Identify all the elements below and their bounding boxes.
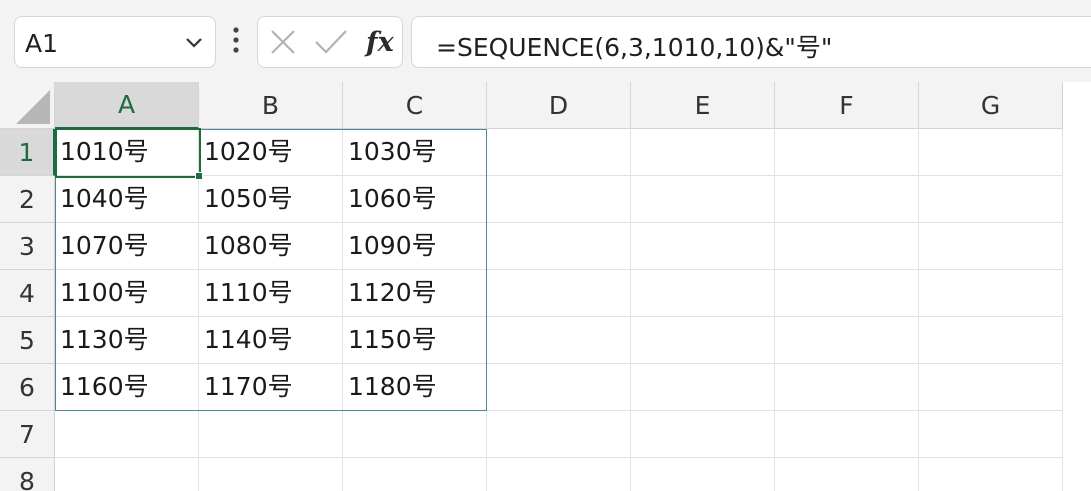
cell-c4[interactable]: 1120号 xyxy=(343,270,487,317)
row-header-3[interactable]: 3 xyxy=(0,223,55,270)
cell-e5[interactable] xyxy=(631,317,775,364)
cell-d3[interactable] xyxy=(487,223,631,270)
row-header-5[interactable]: 5 xyxy=(0,317,55,364)
row-header-4[interactable]: 4 xyxy=(0,270,55,317)
name-box[interactable]: A1 xyxy=(14,16,216,68)
column-header-f[interactable]: F xyxy=(775,82,919,129)
cell-d7[interactable] xyxy=(487,411,631,458)
row-header-1[interactable]: 1 xyxy=(0,129,55,176)
formula-buttons: fx xyxy=(257,16,403,68)
column-header-a[interactable]: A xyxy=(55,82,199,129)
column-header-c[interactable]: C xyxy=(343,82,487,129)
cell-c3[interactable]: 1090号 xyxy=(343,223,487,270)
cell-f3[interactable] xyxy=(775,223,919,270)
cell-e8[interactable] xyxy=(631,458,775,491)
cell-e4[interactable] xyxy=(631,270,775,317)
formula-text: =SEQUENCE(6,3,1010,10)&"号" xyxy=(436,33,833,62)
row-header-6[interactable]: 6 xyxy=(0,364,55,411)
cell-g4[interactable] xyxy=(919,270,1063,317)
cell-b4[interactable]: 1110号 xyxy=(199,270,343,317)
cell-b3[interactable]: 1080号 xyxy=(199,223,343,270)
column-header-g[interactable]: G xyxy=(919,82,1063,129)
cell-g2[interactable] xyxy=(919,176,1063,223)
cell-c1[interactable]: 1030号 xyxy=(343,129,487,176)
cell-g8[interactable] xyxy=(919,458,1063,491)
cell-c7[interactable] xyxy=(343,411,487,458)
cell-f2[interactable] xyxy=(775,176,919,223)
row-header-8[interactable]: 8 xyxy=(0,458,55,491)
cell-e6[interactable] xyxy=(631,364,775,411)
cell-b7[interactable] xyxy=(199,411,343,458)
select-all-button[interactable] xyxy=(0,82,55,129)
formula-bar: A1 fx =SEQUENCE(6,3,1010,10)&"号" xyxy=(0,0,1091,82)
cancel-icon[interactable] xyxy=(270,29,296,55)
cell-f5[interactable] xyxy=(775,317,919,364)
cell-e7[interactable] xyxy=(631,411,775,458)
cell-g5[interactable] xyxy=(919,317,1063,364)
cell-e3[interactable] xyxy=(631,223,775,270)
cell-b8[interactable] xyxy=(199,458,343,491)
cell-d2[interactable] xyxy=(487,176,631,223)
enter-icon[interactable] xyxy=(314,29,348,55)
column-header-e[interactable]: E xyxy=(631,82,775,129)
column-header-b[interactable]: B xyxy=(199,82,343,129)
fill-handle[interactable] xyxy=(195,172,203,180)
chevron-down-icon[interactable] xyxy=(183,31,205,53)
cell-c6[interactable]: 1180号 xyxy=(343,364,487,411)
cell-a7[interactable] xyxy=(55,411,199,458)
cell-d1[interactable] xyxy=(487,129,631,176)
row-header-2[interactable]: 2 xyxy=(0,176,55,223)
cell-a5[interactable]: 1130号 xyxy=(55,317,199,364)
cell-f7[interactable] xyxy=(775,411,919,458)
cell-g3[interactable] xyxy=(919,223,1063,270)
row-header-7[interactable]: 7 xyxy=(0,411,55,458)
cell-a1[interactable]: 1010号 xyxy=(55,129,199,176)
cell-a3[interactable]: 1070号 xyxy=(55,223,199,270)
cell-c8[interactable] xyxy=(343,458,487,491)
spreadsheet-grid: A B C D E F G 1 1010号 1020号 1030号 2 1040号 1050号 1060号 3… xyxy=(0,82,1091,491)
cell-b2[interactable]: 1050号 xyxy=(199,176,343,223)
cell-d4[interactable] xyxy=(487,270,631,317)
cell-d5[interactable] xyxy=(487,317,631,364)
select-all-triangle-icon xyxy=(16,90,50,124)
column-header-d[interactable]: D xyxy=(487,82,631,129)
cell-g6[interactable] xyxy=(919,364,1063,411)
cell-a8[interactable] xyxy=(55,458,199,491)
cell-b5[interactable]: 1140号 xyxy=(199,317,343,364)
cell-a4[interactable]: 1100号 xyxy=(55,270,199,317)
cell-b1[interactable]: 1020号 xyxy=(199,129,343,176)
cell-e1[interactable] xyxy=(631,129,775,176)
cell-f4[interactable] xyxy=(775,270,919,317)
cell-c2[interactable]: 1060号 xyxy=(343,176,487,223)
cell-a2[interactable]: 1040号 xyxy=(55,176,199,223)
cell-a6[interactable]: 1160号 xyxy=(55,364,199,411)
cell-c5[interactable]: 1150号 xyxy=(343,317,487,364)
cell-f6[interactable] xyxy=(775,364,919,411)
cell-d6[interactable] xyxy=(487,364,631,411)
insert-function-button[interactable]: fx xyxy=(366,27,394,58)
formula-input[interactable]: =SEQUENCE(6,3,1010,10)&"号" xyxy=(411,16,1091,68)
cell-g7[interactable] xyxy=(919,411,1063,458)
name-box-value: A1 xyxy=(25,29,59,58)
cell-g1[interactable] xyxy=(919,129,1063,176)
cell-b6[interactable]: 1170号 xyxy=(199,364,343,411)
cell-f1[interactable] xyxy=(775,129,919,176)
cell-d8[interactable] xyxy=(487,458,631,491)
cell-e2[interactable] xyxy=(631,176,775,223)
more-options-icon[interactable] xyxy=(228,26,244,56)
cell-f8[interactable] xyxy=(775,458,919,491)
